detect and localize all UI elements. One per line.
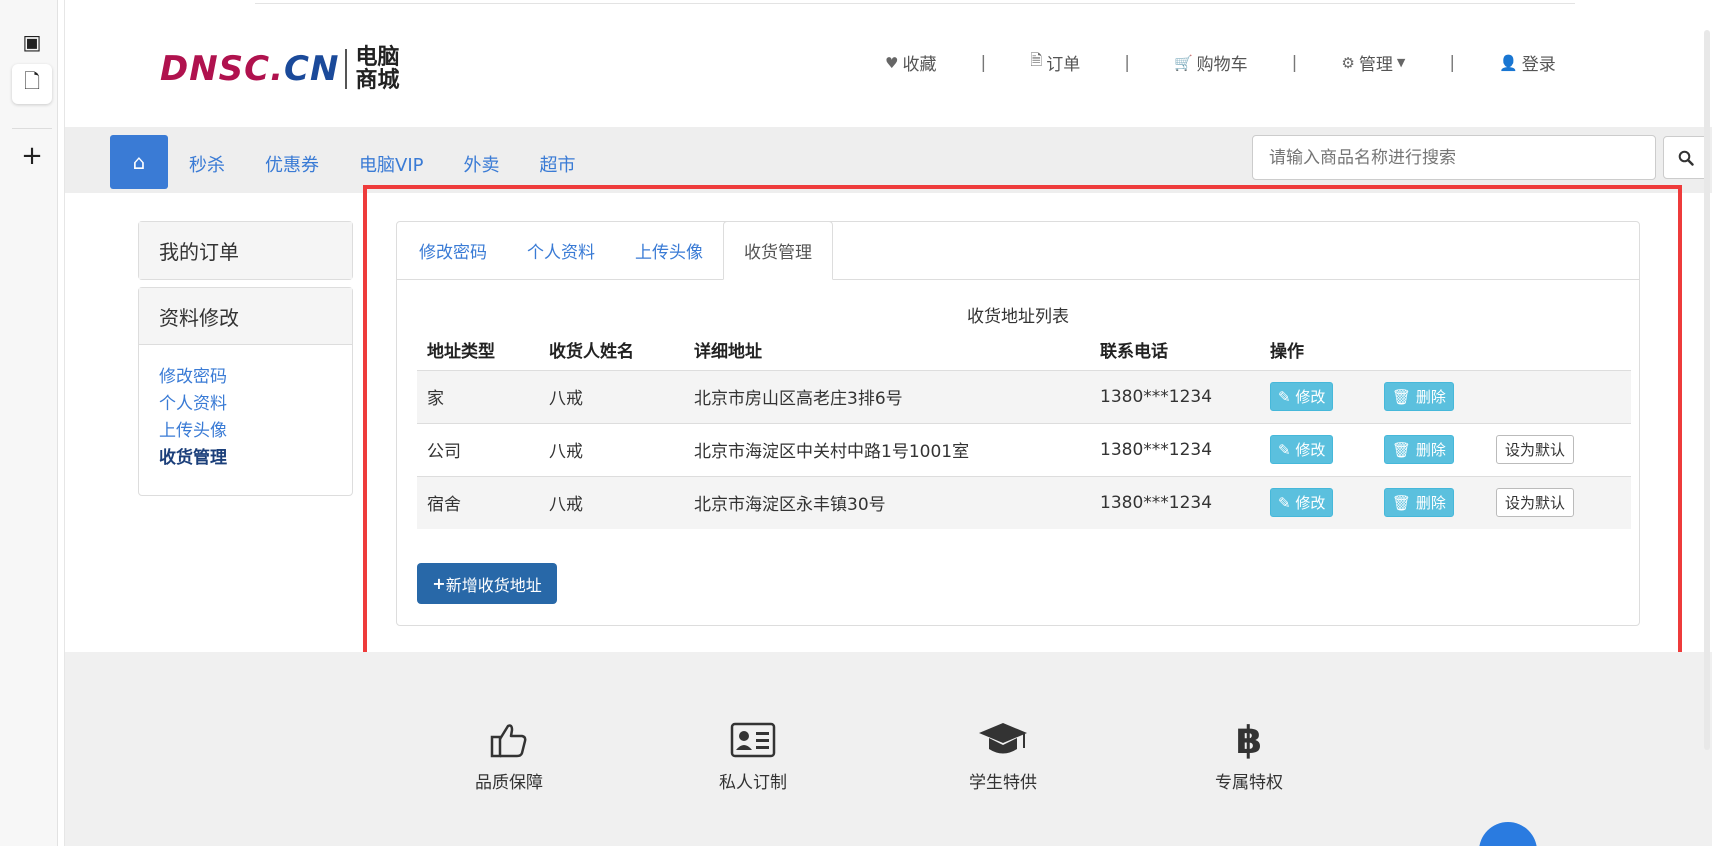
nav-separator: | — [1291, 52, 1298, 73]
id-card-icon — [730, 722, 776, 758]
home-button[interactable]: ⌂ — [110, 135, 168, 189]
cart-icon: 🛒 — [1173, 53, 1193, 72]
sidebar-link-address-management[interactable]: 收货管理 — [159, 447, 332, 470]
new-tab-icon[interactable]: + — [12, 136, 52, 176]
thumbs-up-icon — [490, 724, 527, 758]
footer-features: 品质保障 私人订制 学生特供 ฿ 专属特权 — [65, 652, 1712, 846]
web-page: DNSC.CN 电脑 商城 ♥ 收藏 | 🗎 订单 | 🛒 购物车 | ⚙ 管理… — [64, 0, 1712, 846]
search-icon — [1678, 150, 1694, 166]
nav-link-vip[interactable]: 电脑VIP — [359, 151, 423, 177]
category-links: 秒杀 优惠券 电脑VIP 外卖 超市 — [189, 151, 575, 177]
top-nav: ♥ 收藏 | 🗎 订单 | 🛒 购物车 | ⚙ 管理 ▼ | 👤 登录 — [885, 50, 1556, 75]
nav-link-supermarket[interactable]: 超市 — [539, 151, 575, 177]
document-icon: 🗎 — [1030, 51, 1043, 69]
favorites-link[interactable]: ♥ 收藏 — [885, 50, 936, 76]
logo-chinese: 电脑 商城 — [355, 45, 400, 93]
profile-heading[interactable]: 资料修改 — [139, 288, 352, 345]
my-orders-panel: 我的订单 — [138, 221, 353, 280]
sidebar-link-upload-avatar[interactable]: 上传头像 — [159, 420, 332, 443]
page-scrollbar[interactable] — [1704, 30, 1710, 750]
nav-link-coupons[interactable]: 优惠券 — [265, 151, 319, 177]
nav-separator: | — [1124, 52, 1130, 73]
graduation-cap-icon — [979, 723, 1027, 754]
highlight-box — [363, 185, 1682, 682]
feature-custom[interactable]: 私人订制 — [693, 718, 813, 793]
feature-quality[interactable]: 品质保障 — [449, 718, 569, 793]
logo-wordmark: DNSC.CN — [160, 49, 340, 89]
bitcoin-icon: ฿ — [1235, 718, 1263, 762]
nav-separator: | — [1449, 52, 1456, 73]
search-input[interactable] — [1252, 135, 1656, 180]
login-link[interactable]: 👤 登录 — [1499, 50, 1556, 76]
user-icon: 👤 — [1499, 53, 1518, 72]
sidebar-link-change-password[interactable]: 修改密码 — [159, 366, 332, 389]
manage-dropdown[interactable]: ⚙ 管理 ▼ — [1341, 50, 1406, 76]
feature-privileges[interactable]: ฿ 专属特权 — [1189, 718, 1309, 793]
nav-separator: | — [980, 52, 987, 73]
profile-links: 修改密码 个人资料 上传头像 收货管理 — [139, 345, 352, 491]
nav-link-flash-sale[interactable]: 秒杀 — [189, 151, 225, 177]
browser-side-rail: ▣ 🗋 + — [0, 0, 58, 846]
sidebar-toggle-icon[interactable]: ▣ — [12, 22, 52, 62]
caret-down-icon: ▼ — [1396, 56, 1406, 69]
profile-panel: 资料修改 修改密码 个人资料 上传头像 收货管理 — [138, 287, 353, 496]
gears-icon: ⚙ — [1341, 53, 1355, 72]
orders-link[interactable]: 🗎 订单 — [1030, 50, 1080, 75]
page-tab-icon[interactable]: 🗋 — [12, 64, 52, 104]
cart-link[interactable]: 🛒 购物车 — [1173, 50, 1248, 76]
my-orders-heading[interactable]: 我的订单 — [139, 222, 352, 279]
home-icon: ⌂ — [132, 150, 146, 174]
main-navbar: ⌂ 秒杀 优惠券 电脑VIP 外卖 超市 — [65, 127, 1712, 193]
sidebar-link-personal-info[interactable]: 个人资料 — [159, 393, 332, 416]
logo-divider — [345, 49, 348, 89]
site-logo[interactable]: DNSC.CN 电脑 商城 — [160, 46, 399, 92]
search-button[interactable] — [1663, 136, 1708, 179]
feature-students[interactable]: 学生特供 — [943, 718, 1063, 793]
address-bar-edge — [255, 0, 1575, 4]
nav-link-takeout[interactable]: 外卖 — [463, 151, 499, 177]
rail-divider — [12, 128, 52, 129]
heart-icon: ♥ — [885, 53, 899, 72]
